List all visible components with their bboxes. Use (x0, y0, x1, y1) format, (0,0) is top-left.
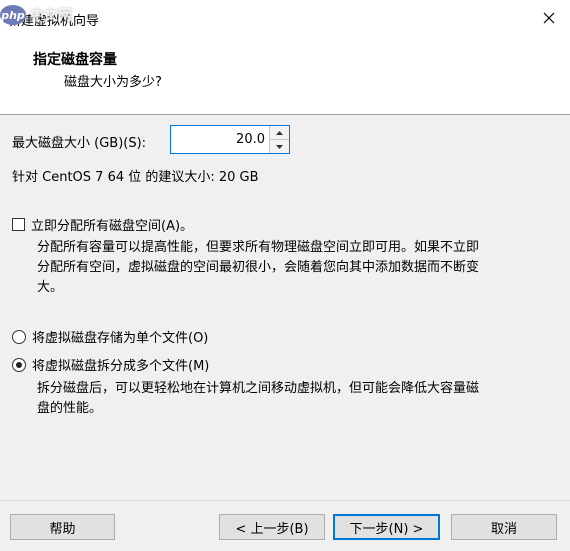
single-file-option[interactable]: 将虚拟磁盘存储为单个文件(O) (12, 327, 208, 346)
spin-down-icon (276, 144, 283, 149)
wizard-header: 指定磁盘容量 磁盘大小为多少? (0, 36, 570, 115)
close-icon (543, 12, 555, 24)
disk-size-stepper[interactable] (170, 125, 290, 154)
single-file-label: 将虚拟磁盘存储为单个文件(O) (32, 331, 209, 346)
disk-size-label: 最大磁盘大小 (GB)(S): (12, 136, 147, 151)
window-title: 新建虚拟机向导 (8, 14, 100, 29)
split-description-line: 盘的性能。 (37, 401, 103, 416)
footer-divider (0, 500, 570, 501)
page-title: 指定磁盘容量 (33, 52, 117, 68)
split-description: 拆分磁盘后，可以更轻松地在计算机之间移动虚拟机，但可能会降低大容量磁 盘的性能。 (37, 379, 479, 419)
split-files-radio[interactable] (12, 357, 26, 372)
allocate-all-option[interactable]: 立即分配所有磁盘空间(A)。 (12, 215, 193, 234)
spin-down-button[interactable] (270, 139, 289, 153)
allocate-description-line: 分配所有容量可以提高性能，但要求所有物理磁盘空间立即可用。如果不立即 (37, 240, 480, 255)
allocate-description-line: 分配所有空间，虚拟磁盘的空间最初很小，会随着您向其中添加数据而不断变 (37, 260, 480, 275)
split-files-label: 将虚拟磁盘拆分成多个文件(M) (32, 359, 210, 374)
allocate-all-checkbox[interactable] (12, 218, 25, 231)
back-button[interactable]: < 上一步(B) (219, 514, 325, 540)
disk-size-input[interactable] (171, 126, 269, 153)
single-file-radio[interactable] (12, 329, 26, 344)
allocate-description-line: 大。 (37, 280, 64, 295)
spin-buttons (269, 126, 289, 153)
allocate-all-label: 立即分配所有磁盘空间(A)。 (31, 219, 194, 234)
cancel-button[interactable]: 取消 (451, 514, 557, 540)
help-button[interactable]: 帮助 (10, 514, 115, 540)
recommended-size: 针对 CentOS 7 64 位 的建议大小: 20 GB (12, 170, 259, 185)
allocate-description: 分配所有容量可以提高性能，但要求所有物理磁盘空间立即可用。如果不立即 分配所有空… (37, 238, 479, 298)
spin-up-icon (276, 130, 283, 135)
spin-up-button[interactable] (270, 126, 289, 139)
title-bar: 新建虚拟机向导 php 中文网 (0, 0, 570, 36)
page-subtitle: 磁盘大小为多少? (64, 75, 162, 90)
split-files-option[interactable]: 将虚拟磁盘拆分成多个文件(M) (12, 355, 209, 374)
next-button[interactable]: 下一步(N) > (333, 514, 440, 540)
close-button[interactable] (538, 7, 560, 29)
split-description-line: 拆分磁盘后，可以更轻松地在计算机之间移动虚拟机，但可能会降低大容量磁 (37, 381, 480, 396)
